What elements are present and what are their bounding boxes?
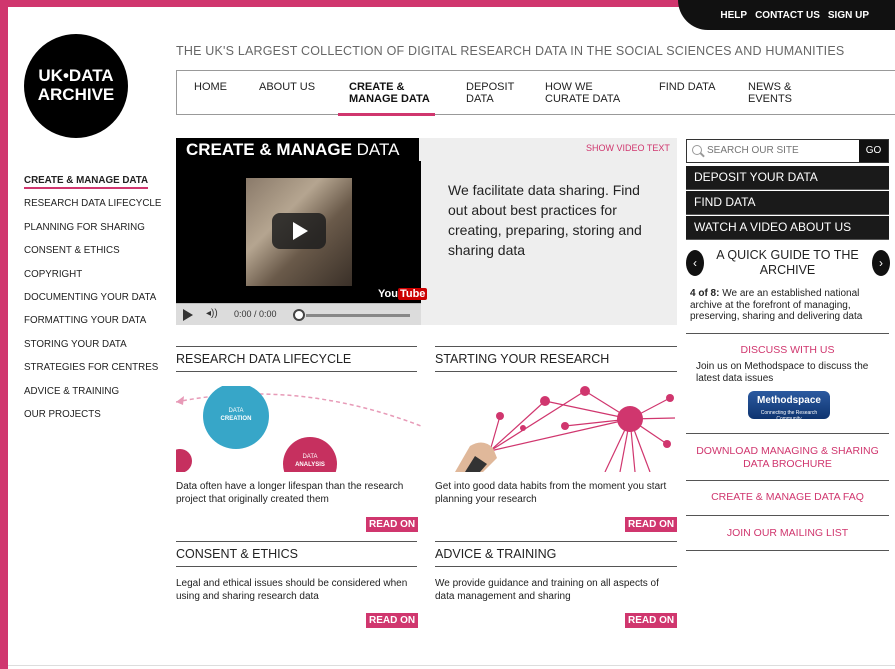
mailing-list-link[interactable]: JOIN OUR MAILING LIST	[686, 527, 889, 540]
nav-find-data[interactable]: FIND DATA	[659, 81, 715, 93]
next-arrow-icon[interactable]: ›	[872, 250, 890, 276]
nav-active-indicator	[338, 113, 435, 116]
sidebar-item-advice-training[interactable]: ADVICE & TRAINING	[24, 385, 164, 408]
nav-create-manage-data[interactable]: CREATE & MANAGE DATA	[349, 81, 430, 105]
sidebar-item-our-projects[interactable]: OUR PROJECTS	[24, 408, 164, 431]
ce-title-rule	[176, 566, 417, 567]
contact-us-link[interactable]: CONTACT US	[755, 10, 820, 21]
watch-video-link[interactable]: WATCH A VIDEO ABOUT US	[686, 216, 889, 240]
ce-top-rule	[176, 541, 417, 542]
show-video-text-link[interactable]: SHOW VIDEO TEXT	[586, 143, 670, 153]
at-title[interactable]: ADVICE & TRAINING	[435, 547, 556, 561]
hero-title: CREATE & MANAGE DATA	[186, 140, 400, 159]
at-top-rule	[435, 541, 677, 542]
progress-track[interactable]	[306, 314, 410, 317]
volume-icon[interactable]: ◂))	[206, 308, 218, 319]
page-frame-left	[0, 0, 8, 669]
quick-guide: ‹ A QUICK GUIDE TO THE ARCHIVE ›	[686, 246, 890, 286]
nav-deposit-data[interactable]: DEPOSIT DATA	[466, 81, 514, 105]
nav-how-we-curate-data[interactable]: HOW WE CURATE DATA	[545, 81, 620, 105]
methodspace-badge[interactable]: Methodspace Connecting the Research Comm…	[748, 391, 830, 422]
logo-line1: UK•DATA	[38, 66, 114, 85]
quick-guide-title: A QUICK GUIDE TO THE ARCHIVE	[716, 248, 859, 277]
sidebar-item-research-data-lifecycle[interactable]: RESEARCH DATA LIFECYCLE	[24, 197, 164, 220]
rdl-description: Data often have a longer lifespan than t…	[176, 481, 404, 505]
main-nav: HOME ABOUT US CREATE & MANAGE DATA DEPOS…	[176, 70, 895, 116]
bubble-analysis-line2: ANALYSIS	[295, 462, 325, 468]
rdl-title[interactable]: RESEARCH DATA LIFECYCLE	[176, 352, 351, 366]
uk-data-archive-logo[interactable]: UK•DATA ARCHIVE	[24, 34, 128, 138]
control-play-icon[interactable]	[183, 309, 193, 321]
syr-top-rule	[435, 346, 677, 347]
lifecycle-illustration[interactable]: DATA CREATION DATA ANALYSIS	[176, 386, 421, 472]
network-illustration[interactable]	[435, 386, 677, 472]
nav-home[interactable]: HOME	[194, 81, 227, 93]
syr-read-on-button[interactable]: READ ON	[625, 517, 678, 532]
at-description: We provide guidance and training on all …	[435, 578, 659, 602]
right-separator	[686, 550, 889, 551]
hero-description: We facilitate data sharing. Find out abo…	[448, 182, 642, 258]
search-go-button[interactable]: GO	[859, 140, 888, 162]
right-separator	[686, 480, 889, 481]
page-bottom-line	[8, 665, 895, 666]
discuss-description: Join us on Methodspace to discuss the la…	[696, 361, 869, 384]
rdl-title-rule	[176, 371, 417, 372]
site-tagline: THE UK'S LARGEST COLLECTION OF DIGITAL R…	[176, 44, 845, 58]
quick-guide-text: 4 of 8: We are an established national a…	[690, 288, 863, 322]
hero-title-box: CREATE & MANAGE DATA	[176, 138, 419, 161]
logo-line2: ARCHIVE	[37, 85, 115, 104]
help-link[interactable]: HELP	[720, 10, 747, 21]
nav-about-us[interactable]: ABOUT US	[259, 81, 315, 93]
syr-title-rule	[435, 371, 677, 372]
sidebar-item-documenting-your-data[interactable]: DOCUMENTING YOUR DATA	[24, 291, 164, 314]
search-icon	[692, 145, 702, 155]
ce-description: Legal and ethical issues should be consi…	[176, 578, 408, 602]
sidebar-item-create-manage-data[interactable]: CREATE & MANAGE DATA	[24, 174, 164, 197]
play-icon[interactable]	[272, 213, 326, 249]
progress-knob[interactable]	[293, 309, 305, 321]
syr-description: Get into good data habits from the momen…	[435, 481, 667, 505]
hero-panel: You Tube ◂)) 0:00 / 0:00 CREATE & MANAGE …	[176, 138, 677, 325]
rdl-read-on-button[interactable]: READ ON	[366, 517, 419, 532]
sidebar-item-planning-for-sharing[interactable]: PLANNING FOR SHARING	[24, 221, 164, 244]
download-brochure-link[interactable]: DOWNLOAD MANAGING & SHARING DATA BROCHUR…	[686, 445, 889, 471]
syr-title[interactable]: STARTING YOUR RESEARCH	[435, 352, 609, 366]
ce-title[interactable]: CONSENT & ETHICS	[176, 547, 298, 561]
youtube-you: You	[378, 288, 398, 300]
ce-read-on-button[interactable]: READ ON	[366, 613, 419, 628]
youtube-logo[interactable]: You Tube	[378, 288, 428, 300]
sidebar-item-strategies-for-centres[interactable]: STRATEGIES FOR CENTRES	[24, 361, 164, 384]
at-read-on-button[interactable]: READ ON	[625, 613, 678, 628]
nav-news-events[interactable]: NEWS & EVENTS	[748, 81, 792, 105]
search-input[interactable]	[707, 145, 847, 156]
deposit-your-data-link[interactable]: DEPOSIT YOUR DATA	[686, 166, 889, 190]
sidebar-item-formatting-your-data[interactable]: FORMATTING YOUR DATA	[24, 314, 164, 337]
section-sidebar: CREATE & MANAGE DATA RESEARCH DATA LIFEC…	[24, 174, 164, 431]
faq-link[interactable]: CREATE & MANAGE DATA FAQ	[686, 491, 889, 504]
utility-nav: HELP CONTACT US SIGN UP	[678, 0, 895, 30]
sidebar-item-copyright[interactable]: COPYRIGHT	[24, 268, 164, 291]
bubble-creation-line2: CREATION	[221, 416, 252, 422]
rdl-top-rule	[176, 346, 417, 347]
at-title-rule	[435, 566, 677, 567]
bubble-analysis-line1: DATA	[302, 454, 317, 460]
bubble-creation-line1: DATA	[228, 408, 243, 414]
quick-links: DEPOSIT YOUR DATA FIND DATA WATCH A VIDE…	[686, 166, 889, 241]
methodspace-subtitle: Connecting the Research Community	[760, 410, 818, 422]
right-separator	[686, 333, 889, 334]
sidebar-item-consent-ethics[interactable]: CONSENT & ETHICS	[24, 244, 164, 267]
youtube-tube: Tube	[397, 288, 428, 300]
video-controls: ◂)) 0:00 / 0:00	[176, 303, 421, 325]
video-player[interactable]: You Tube ◂)) 0:00 / 0:00	[176, 161, 428, 325]
discuss-title[interactable]: DISCUSS WITH US	[686, 344, 889, 356]
right-separator	[686, 433, 889, 434]
previous-arrow-icon[interactable]: ‹	[686, 250, 704, 276]
sidebar-item-storing-your-data[interactable]: STORING YOUR DATA	[24, 338, 164, 361]
video-time: 0:00 / 0:00	[234, 309, 277, 319]
right-separator	[686, 515, 889, 516]
find-data-link[interactable]: FIND DATA	[686, 191, 889, 215]
site-search: GO	[686, 139, 889, 163]
sign-up-link[interactable]: SIGN UP	[828, 10, 869, 21]
